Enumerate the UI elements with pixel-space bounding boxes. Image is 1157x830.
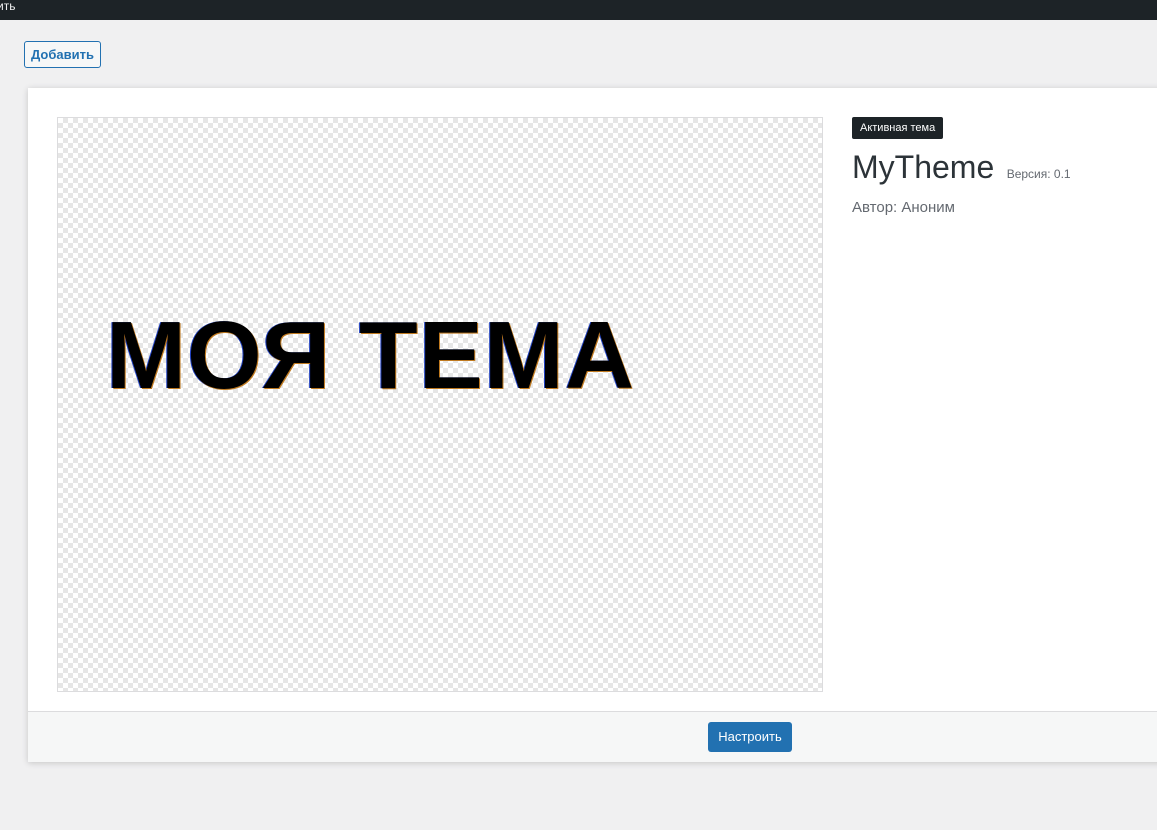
theme-screenshot-text: МОЯ ТЕМА xyxy=(106,302,636,409)
theme-info: Активная тема MyTheme Версия: 0.1 Автор:… xyxy=(852,117,1152,216)
admin-toolbar: ить xyxy=(0,0,1157,20)
theme-title-row: MyTheme Версия: 0.1 xyxy=(852,149,1152,185)
customize-button[interactable]: Настроить xyxy=(708,722,792,752)
theme-actions-bar: Настроить xyxy=(28,711,1157,762)
add-theme-button[interactable]: Добавить xyxy=(24,41,101,68)
active-theme-badge: Активная тема xyxy=(852,117,944,139)
theme-author: Автор: Аноним xyxy=(852,199,955,216)
active-theme-card: МОЯ ТЕМА Активная тема MyTheme Версия: 0… xyxy=(28,88,1157,762)
theme-screenshot: МОЯ ТЕМА xyxy=(57,117,823,692)
theme-name: MyTheme xyxy=(852,149,995,185)
theme-version: Версия: 0.1 xyxy=(1006,167,1071,181)
admin-toolbar-item-label[interactable]: ить xyxy=(0,0,15,13)
